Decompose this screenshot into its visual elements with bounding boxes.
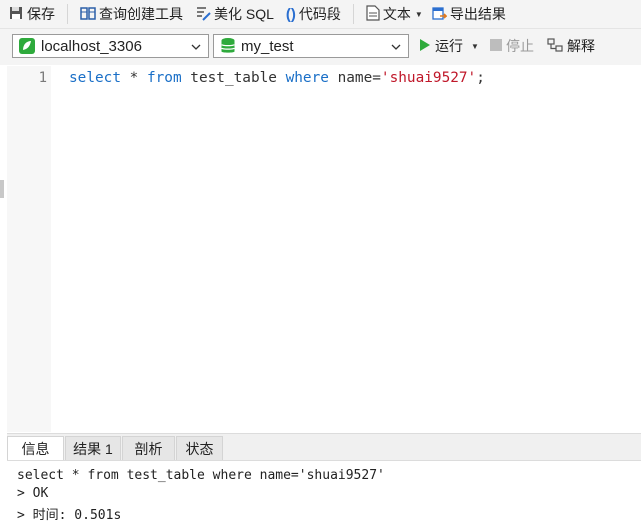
database-value: my_test bbox=[241, 37, 294, 55]
code-condition: name= bbox=[328, 70, 381, 86]
text-mode-button[interactable]: 文本 ▼ bbox=[362, 2, 427, 26]
query-builder-icon bbox=[80, 5, 96, 24]
code-semicolon: ; bbox=[476, 70, 485, 86]
code-line[interactable]: select * from test_table where name='shu… bbox=[69, 70, 485, 86]
toolbar-divider bbox=[352, 4, 354, 24]
tab-result-1[interactable]: 结果 1 bbox=[65, 436, 121, 461]
connection-value: localhost_3306 bbox=[41, 37, 142, 55]
stop-button[interactable]: 停止 bbox=[490, 36, 534, 56]
parentheses-icon: () bbox=[285, 5, 296, 23]
result-tabs: 信息 结果 1 剖析 状态 bbox=[7, 433, 641, 461]
output-status-line: > OK bbox=[17, 486, 49, 501]
save-button[interactable]: 保存 bbox=[4, 2, 59, 26]
run-button[interactable]: 运行 ▼ bbox=[419, 36, 479, 56]
run-label: 运行 bbox=[435, 38, 463, 54]
query-builder-button[interactable]: 查询创建工具 bbox=[76, 2, 187, 26]
save-label: 保存 bbox=[27, 6, 55, 22]
output-query-line: select * from test_table where name='shu… bbox=[17, 468, 385, 483]
splitter-handle[interactable] bbox=[0, 180, 4, 198]
chevron-down-icon bbox=[390, 40, 402, 56]
keyword-from: from bbox=[146, 70, 182, 86]
tab-profile[interactable]: 剖析 bbox=[122, 436, 175, 461]
line-gutter: 1 bbox=[7, 66, 51, 432]
beautify-sql-button[interactable]: 美化 SQL bbox=[191, 2, 278, 26]
connection-bar: localhost_3306 my_test 运行 ▼ 停止 解释 bbox=[0, 29, 641, 65]
server-icon bbox=[18, 37, 36, 55]
stop-label: 停止 bbox=[506, 38, 534, 54]
chevron-down-icon: ▼ bbox=[414, 9, 423, 19]
save-icon bbox=[8, 5, 24, 24]
export-results-button[interactable]: 导出结果 bbox=[427, 2, 510, 26]
query-builder-label: 查询创建工具 bbox=[99, 6, 183, 22]
export-results-label: 导出结果 bbox=[449, 6, 506, 22]
line-number: 1 bbox=[38, 70, 47, 86]
main-toolbar: 保存 查询创建工具 美化 SQL () 代码段 文本 ▼ 导出结果 bbox=[0, 0, 641, 29]
tab-info[interactable]: 信息 bbox=[7, 436, 64, 461]
database-select[interactable]: my_test bbox=[213, 34, 409, 58]
beautify-sql-label: 美化 SQL bbox=[214, 6, 274, 22]
message-output: select * from test_table where name='shu… bbox=[7, 460, 641, 527]
explain-icon bbox=[547, 37, 563, 56]
toolbar-divider bbox=[67, 4, 68, 24]
connection-select[interactable]: localhost_3306 bbox=[12, 34, 209, 58]
tab-status[interactable]: 状态 bbox=[176, 436, 223, 461]
document-icon bbox=[366, 4, 380, 24]
code-string-literal: 'shuai9527' bbox=[380, 70, 477, 86]
chevron-down-icon bbox=[190, 40, 202, 56]
code-star: * bbox=[120, 70, 147, 86]
keyword-select: select bbox=[69, 70, 121, 86]
stop-icon bbox=[490, 38, 502, 54]
output-time-line: > 时间: 0.501s bbox=[17, 508, 122, 523]
database-icon bbox=[220, 37, 236, 55]
chevron-down-icon: ▼ bbox=[471, 41, 479, 51]
snippet-label: 代码段 bbox=[298, 6, 341, 22]
play-icon bbox=[419, 38, 431, 55]
text-mode-label: 文本 bbox=[382, 6, 411, 22]
explain-label: 解释 bbox=[567, 38, 595, 54]
sql-editor[interactable]: 1 select * from test_table where name='s… bbox=[7, 66, 641, 432]
explain-button[interactable]: 解释 bbox=[547, 36, 595, 56]
magic-wand-icon bbox=[195, 5, 211, 24]
keyword-where: where bbox=[285, 70, 329, 86]
snippet-button[interactable]: () 代码段 bbox=[282, 2, 345, 26]
code-table: test_table bbox=[181, 70, 286, 86]
export-icon bbox=[431, 5, 448, 24]
